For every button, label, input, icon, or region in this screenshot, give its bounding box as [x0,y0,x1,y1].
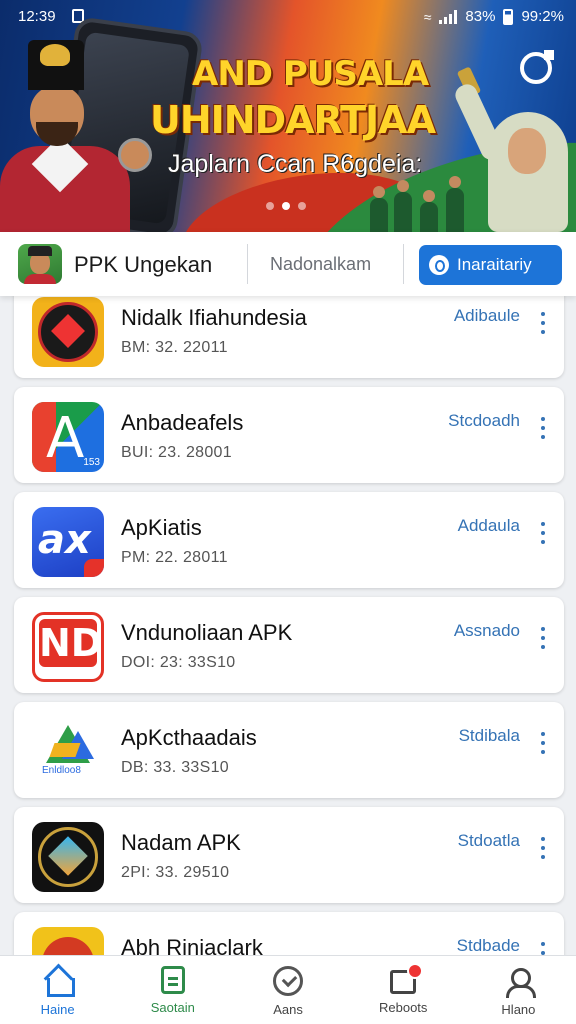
status-time: 12:39 [18,8,56,25]
promo-banner[interactable]: 12:39 ≈ 83% 99:2% AND PUSALA UHINDARTJAA… [0,0,576,232]
more-options-icon[interactable] [538,417,548,439]
tab-label: Saotain [150,1000,195,1015]
app-meta: 2PI: 33. 29510 [121,864,230,881]
app-status[interactable]: Stcdoadh [448,411,520,431]
app-status[interactable]: Stdbade [457,936,520,956]
install-button[interactable]: Inaraitariy [419,245,562,285]
tab-label: Hlano [501,1002,536,1017]
app-name: ApKiatis [121,515,202,540]
more-options-icon[interactable] [538,522,548,544]
icon-caption: 153 [83,457,100,468]
bottom-navigation: Haine Saotain Aans Reboots Hlano [0,955,576,1024]
carousel-dot-active[interactable] [282,202,290,210]
more-options-icon[interactable] [538,837,548,859]
woman-illustration [452,66,576,232]
tab-search[interactable]: Saotain [115,956,230,1024]
carousel-dot[interactable] [266,202,274,210]
home-icon [43,966,75,997]
tab-label: Haine [40,1002,75,1017]
letter-a-app-icon: A 153 [32,402,104,472]
app-list[interactable]: Nidalk Ifiahundesia BM: 32. 22011 Adibau… [0,296,576,956]
emblem-app-icon [32,297,104,367]
app-name: Abh Rinjaclark [121,935,263,956]
header-divider [403,244,404,284]
app-title: PPK Ungekan [74,252,213,277]
app-status[interactable]: Adibaule [454,306,520,326]
app-meta: PM: 22. 28011 [121,549,228,566]
icon-caption: Enldloo8 [42,765,81,776]
hand-illustration [118,138,152,172]
tab-label: Aans [273,1002,303,1017]
list-item[interactable]: Enldloo8 ApKcthaadais DB: 33. 33S10 Stdi… [14,702,564,798]
app-meta: BM: 32. 22011 [121,339,228,356]
man-illustration [0,36,130,232]
notification-badge [407,963,424,979]
app-name: Nadam APK [121,830,241,855]
more-options-icon[interactable] [538,942,548,956]
tab-apps[interactable]: Aans [230,956,345,1024]
app-name: ApKcthaadais [121,725,257,750]
app-name: Anbadeafels [121,410,244,435]
app-name: Vndunoliaan APK [121,620,293,645]
icon-text: ax [38,517,91,563]
app-status[interactable]: Stdibala [459,726,520,746]
banner-title-line1: AND PUSALA [192,54,429,94]
carousel-dot[interactable] [298,202,306,210]
icon-text: ND [39,619,103,667]
more-options-icon[interactable] [538,732,548,754]
list-item[interactable]: ax ApKiatis PM: 22. 28011 Addaula [14,492,564,588]
search-icon [160,966,185,994]
app-header: PPK Ungekan Nadonalkam Inaraitariy [0,232,576,296]
ax-app-icon: ax [32,507,104,577]
user-icon [503,966,537,998]
banner-subtitle: Japlarn Ccan R6gdeia: [168,150,423,178]
install-icon [429,255,449,275]
gem-app-icon [32,822,104,892]
tab-reports[interactable]: Reboots [346,956,461,1024]
banner-title-line2: UHINDARTJAA [150,98,436,142]
app-status[interactable]: Stdoatla [458,831,520,851]
reports-icon [390,963,424,994]
list-item[interactable]: A 153 Anbadeafels BUI: 23. 28001 Stcdoad… [14,387,564,483]
nd-app-icon: ND [32,612,104,682]
more-options-icon[interactable] [538,627,548,649]
carousel-dots[interactable] [266,202,306,210]
list-item[interactable]: ND Vndunoliaan APK DOI: 23: 33S10 Assnad… [14,597,564,693]
download-icon [273,966,303,996]
header-divider [247,244,248,284]
tab-profile[interactable]: Hlano [461,956,576,1024]
signal-icon [439,9,458,24]
app-status[interactable]: Assnado [454,621,520,641]
header-subtitle[interactable]: Nadonalkam [270,254,371,275]
refresh-icon[interactable] [520,50,554,84]
app-meta: BUI: 23. 28001 [121,444,232,461]
list-item[interactable]: Nadam APK 2PI: 33. 29510 Stdoatla [14,807,564,903]
list-item[interactable]: Nidalk Ifiahundesia BM: 32. 22011 Adibau… [14,296,564,378]
app-logo-icon [18,244,62,284]
list-item[interactable]: Abh Rinjaclark Stdbade [14,912,564,956]
app-name: Nidalk Ifiahundesia [121,305,307,330]
app-meta: DB: 33. 33S10 [121,759,229,776]
crowd-illustration [370,176,480,232]
app-status[interactable]: Addaula [458,516,520,536]
more-options-icon[interactable] [538,312,548,334]
wifi-icon: ≈ [423,8,432,25]
triangle-app-icon: Enldloo8 [32,717,104,787]
battery-icon [503,8,514,25]
battery-percent-left: 83% [465,8,496,25]
circle-app-icon [32,927,104,956]
install-button-label: Inaraitariy [457,255,532,274]
tab-home[interactable]: Haine [0,956,115,1024]
tab-label: Reboots [379,1000,428,1015]
battery-percent-right: 99:2% [521,8,564,25]
app-meta: DOI: 23: 33S10 [121,654,236,671]
